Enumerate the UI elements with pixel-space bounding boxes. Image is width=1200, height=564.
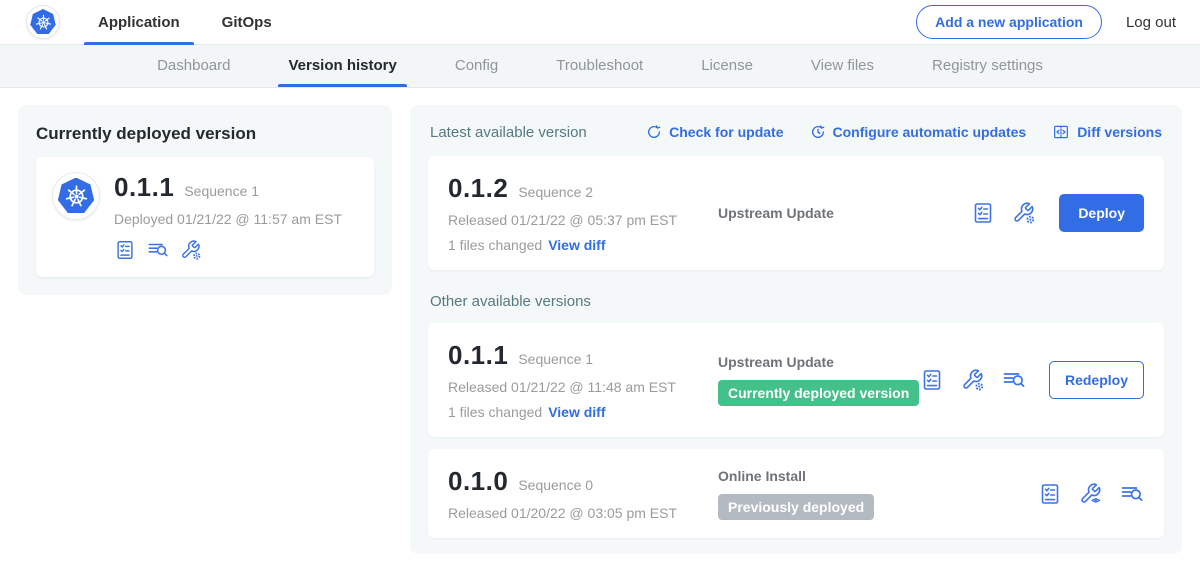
version-info: 0.1.0 Sequence 0 Released 01/20/22 @ 03:… (448, 466, 700, 521)
kubernetes-logo-icon (30, 9, 56, 35)
sequence-label: Sequence 1 (518, 351, 593, 367)
version-actions (1038, 482, 1144, 506)
latest-version-header: Latest available version Check for updat… (430, 123, 1162, 141)
tab-gitops-label: GitOps (222, 14, 272, 31)
version-row-0-1-0: 0.1.0 Sequence 0 Released 01/20/22 @ 03:… (428, 449, 1164, 538)
version-row-0-1-1: 0.1.1 Sequence 1 Released 01/21/22 @ 11:… (428, 323, 1164, 437)
check-for-update-label: Check for update (669, 124, 783, 140)
configure-automatic-updates-link[interactable]: Configure automatic updates (810, 123, 1027, 141)
subnav-tab-license[interactable]: License (701, 45, 753, 87)
version-info: 0.1.2 Sequence 2 Released 01/21/22 @ 05:… (448, 173, 700, 253)
subnav-tab-registry-settings-label: Registry settings (932, 57, 1043, 74)
released-timestamp: Released 01/20/22 @ 03:05 pm EST (448, 505, 700, 521)
preflight-checklist-icon[interactable] (920, 368, 944, 392)
version-actions: Deploy (971, 194, 1144, 232)
view-diff-link[interactable]: View diff (548, 404, 605, 420)
diff-versions-link[interactable]: Diff versions (1052, 123, 1162, 141)
refresh-icon (646, 124, 662, 140)
subnav-tab-license-label: License (701, 57, 753, 74)
tab-application-label: Application (98, 14, 180, 31)
subnav-tab-registry-settings[interactable]: Registry settings (932, 45, 1043, 87)
released-timestamp: Released 01/21/22 @ 05:37 pm EST (448, 212, 700, 228)
subnav-tab-dashboard-label: Dashboard (157, 57, 230, 74)
other-versions-title: Other available versions (430, 293, 1162, 310)
edit-config-icon[interactable] (961, 368, 985, 392)
version-history-panel: Latest available version Check for updat… (410, 105, 1182, 554)
subnav-tab-version-history[interactable]: Version history (288, 45, 396, 87)
main-content: Currently deployed version 0.1.1 Sequenc… (0, 88, 1200, 564)
deployed-timestamp: Deployed 01/21/22 @ 11:57 am EST (114, 211, 342, 227)
deployed-sequence-label: Sequence 1 (184, 183, 259, 199)
diff-versions-label: Diff versions (1077, 124, 1162, 140)
diff-columns-icon (1052, 123, 1070, 141)
panel-actions: Check for update Configure automatic upd… (646, 123, 1162, 141)
deployed-version-card: 0.1.1 Sequence 1 Deployed 01/21/22 @ 11:… (36, 157, 374, 277)
view-config-icon[interactable] (1079, 482, 1103, 506)
check-for-update-link[interactable]: Check for update (646, 123, 783, 141)
auto-update-clock-icon (810, 124, 826, 140)
app-logo (26, 5, 60, 39)
files-changed-label: 1 files changed (448, 404, 542, 420)
version-row-0-1-2: 0.1.2 Sequence 2 Released 01/21/22 @ 05:… (428, 156, 1164, 270)
version-actions: Redeploy (920, 361, 1144, 399)
topbar-right: Add a new application Log out (916, 5, 1176, 39)
source-label: Online Install (718, 468, 1038, 484)
redeploy-button[interactable]: Redeploy (1049, 361, 1144, 399)
preflight-checklist-icon[interactable] (114, 239, 136, 261)
currently-deployed-card: Currently deployed version 0.1.1 Sequenc… (18, 105, 392, 295)
kubernetes-logo-icon (58, 178, 95, 215)
deploy-button[interactable]: Deploy (1059, 194, 1144, 232)
top-tabs: Application GitOps (92, 0, 308, 45)
version-source: Online Install Previously deployed (700, 468, 1038, 520)
view-logs-icon[interactable] (147, 239, 169, 261)
version-number: 0.1.2 (448, 173, 508, 204)
app-subnav: Dashboard Version history Config Trouble… (0, 45, 1200, 88)
subnav-tab-troubleshoot-label: Troubleshoot (556, 57, 643, 74)
view-logs-icon[interactable] (1002, 368, 1026, 392)
deployed-version-info: 0.1.1 Sequence 1 Deployed 01/21/22 @ 11:… (114, 172, 342, 261)
released-timestamp: Released 01/21/22 @ 11:48 am EST (448, 379, 700, 395)
version-number: 0.1.0 (448, 466, 508, 497)
deployed-app-logo (52, 172, 100, 220)
subnav-tab-view-files-label: View files (811, 57, 874, 74)
deployed-version-number: 0.1.1 (114, 172, 174, 203)
currently-deployed-badge: Currently deployed version (718, 380, 919, 406)
configure-automatic-updates-label: Configure automatic updates (833, 124, 1027, 140)
subnav-tab-config-label: Config (455, 57, 498, 74)
source-label: Upstream Update (718, 205, 971, 221)
deployed-card-title: Currently deployed version (36, 124, 374, 144)
subnav-tab-troubleshoot[interactable]: Troubleshoot (556, 45, 643, 87)
version-info: 0.1.1 Sequence 1 Released 01/21/22 @ 11:… (448, 340, 700, 420)
preflight-checklist-icon[interactable] (971, 201, 995, 225)
version-number: 0.1.1 (448, 340, 508, 371)
previously-deployed-badge: Previously deployed (718, 494, 874, 520)
subnav-tab-version-history-label: Version history (288, 57, 396, 74)
files-changed-label: 1 files changed (448, 237, 542, 253)
tab-gitops[interactable]: GitOps (216, 0, 278, 45)
subnav-tab-dashboard[interactable]: Dashboard (157, 45, 230, 87)
version-source: Upstream Update (700, 205, 971, 221)
tab-application[interactable]: Application (92, 0, 186, 45)
logout-button[interactable]: Log out (1126, 14, 1176, 31)
edit-config-icon[interactable] (180, 239, 202, 261)
top-header: Application GitOps Add a new application… (0, 0, 1200, 45)
sequence-label: Sequence 2 (518, 184, 593, 200)
subnav-tab-config[interactable]: Config (455, 45, 498, 87)
latest-version-title: Latest available version (430, 124, 587, 141)
view-logs-icon[interactable] (1120, 482, 1144, 506)
edit-config-icon[interactable] (1012, 201, 1036, 225)
add-application-button[interactable]: Add a new application (916, 5, 1102, 39)
subnav-tab-view-files[interactable]: View files (811, 45, 874, 87)
view-diff-link[interactable]: View diff (548, 237, 605, 253)
version-source: Upstream Update Currently deployed versi… (700, 354, 920, 406)
sequence-label: Sequence 0 (518, 477, 593, 493)
preflight-checklist-icon[interactable] (1038, 482, 1062, 506)
source-label: Upstream Update (718, 354, 920, 370)
